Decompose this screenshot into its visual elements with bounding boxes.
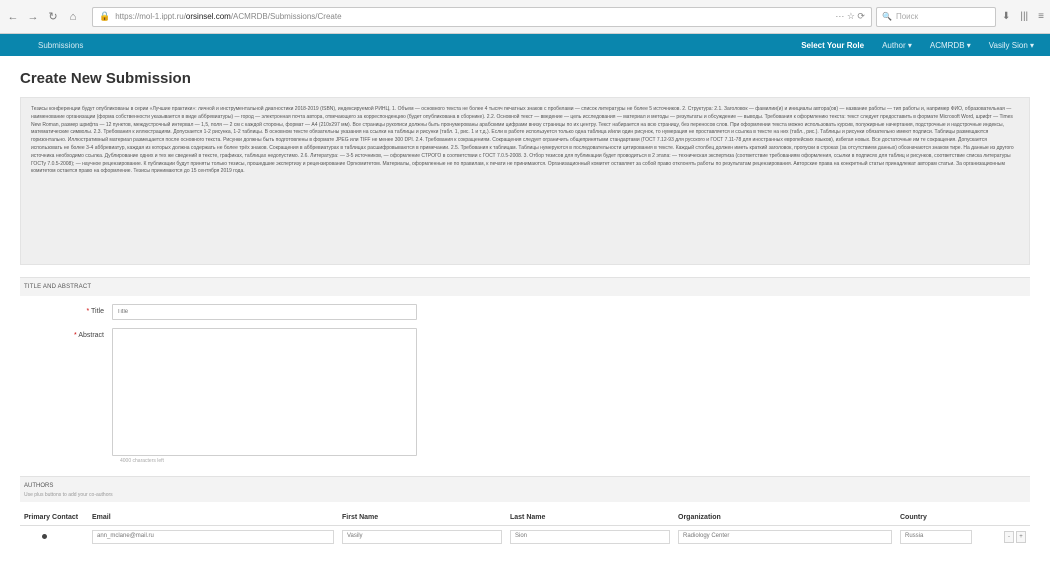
app-brand[interactable]: Submissions bbox=[38, 41, 83, 50]
address-bar[interactable]: 🔒 https://mol-1.ippt.ru/orsinsel.com/ACM… bbox=[92, 6, 872, 27]
title-abstract-section-header: TITLE AND ABSTRACT bbox=[20, 277, 1030, 296]
page-actions-icon[interactable]: ··· ☆ ⟳ bbox=[835, 11, 865, 22]
nav-user-dropdown[interactable]: Vasily Sion ▾ bbox=[989, 41, 1034, 50]
authors-table: Primary Contact Email First Name Last Na… bbox=[20, 510, 1030, 548]
last-name-field[interactable]: Sion bbox=[510, 530, 670, 544]
app-navbar: Submissions Select Your Role Author ▾ AC… bbox=[0, 34, 1050, 56]
col-primary-contact: Primary Contact bbox=[20, 510, 88, 526]
back-icon[interactable]: ← bbox=[6, 10, 20, 24]
home-icon[interactable]: ⌂ bbox=[66, 10, 80, 24]
authors-title: AUTHORS bbox=[24, 483, 54, 489]
organization-field[interactable]: Radiology Center bbox=[678, 530, 892, 544]
browser-toolbar-icons: ⬇ ||| ≡ bbox=[1002, 11, 1044, 22]
search-placeholder: Поиск bbox=[895, 12, 919, 21]
col-organization: Organization bbox=[674, 510, 896, 526]
lock-icon: 🔒 bbox=[99, 11, 111, 21]
forward-icon[interactable]: → bbox=[26, 10, 40, 24]
col-email: Email bbox=[88, 510, 338, 526]
col-first-name: First Name bbox=[338, 510, 506, 526]
col-last-name: Last Name bbox=[506, 510, 674, 526]
country-select[interactable]: Russia bbox=[900, 530, 972, 544]
title-input[interactable] bbox=[112, 304, 417, 320]
reload-icon[interactable]: ↻ bbox=[46, 10, 60, 24]
col-country: Country bbox=[896, 510, 976, 526]
download-icon[interactable]: ⬇ bbox=[1002, 11, 1010, 22]
browser-toolbar: ← → ↻ ⌂ 🔒 https://mol-1.ippt.ru/orsinsel… bbox=[0, 0, 1050, 34]
menu-icon[interactable]: ≡ bbox=[1038, 11, 1044, 22]
library-icon[interactable]: ||| bbox=[1020, 11, 1028, 22]
page-title: Create New Submission bbox=[20, 70, 191, 87]
abstract-label: * Abstract bbox=[74, 332, 104, 339]
title-row: * Title bbox=[20, 304, 1030, 320]
search-icon: 🔍 bbox=[881, 12, 892, 21]
table-row: ann_mclane@mail.ru Vasily Sion Radiology… bbox=[20, 526, 1030, 549]
col-actions bbox=[976, 510, 1030, 526]
abstract-textarea[interactable] bbox=[112, 328, 417, 456]
row-actions: - + bbox=[980, 531, 1026, 543]
primary-contact-radio[interactable] bbox=[42, 533, 47, 539]
browser-search-input[interactable]: 🔍 Поиск bbox=[875, 6, 996, 27]
email-field[interactable]: ann_mclane@mail.ru bbox=[92, 530, 334, 544]
select-role-link[interactable]: Select Your Role bbox=[801, 41, 864, 50]
abstract-row: * Abstract bbox=[20, 328, 1030, 456]
submission-guidelines: Тезисы конференции будут опубликованы в … bbox=[20, 97, 1030, 265]
add-author-button[interactable]: + bbox=[1016, 531, 1026, 543]
abstract-char-counter: 4000 characters left bbox=[120, 458, 164, 464]
remove-author-button[interactable]: - bbox=[1004, 531, 1014, 543]
authors-section-header: AUTHORS Use plus buttons to add your co-… bbox=[20, 476, 1030, 502]
first-name-field[interactable]: Vasily bbox=[342, 530, 502, 544]
title-label: * Title bbox=[86, 308, 104, 315]
nav-acmrdb-dropdown[interactable]: ACMRDB ▾ bbox=[930, 41, 971, 50]
authors-subtitle: Use plus buttons to add your co-authors bbox=[24, 492, 113, 498]
nav-author-dropdown[interactable]: Author ▾ bbox=[882, 41, 912, 50]
navbar-menu: Select Your Role Author ▾ ACMRDB ▾ Vasil… bbox=[801, 41, 1034, 50]
page-content: Create New Submission Тезисы конференции… bbox=[0, 70, 1050, 548]
authors-table-header: Primary Contact Email First Name Last Na… bbox=[20, 510, 1030, 526]
url-text[interactable]: https://mol-1.ippt.ru/orsinsel.com/ACMRD… bbox=[115, 12, 341, 21]
